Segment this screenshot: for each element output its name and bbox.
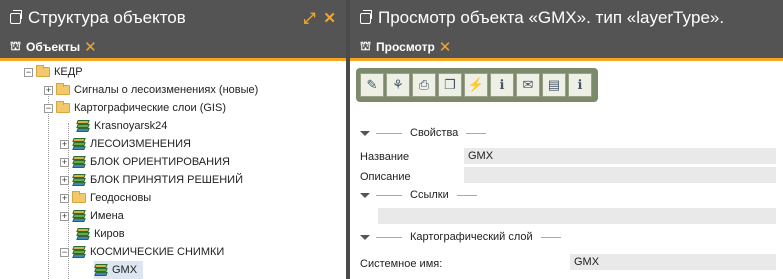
properties-icon[interactable]: ℹ <box>568 73 592 97</box>
description-label: Описание <box>360 171 411 183</box>
tree-node-satellite[interactable]: − КОСМИЧЕСКИЕ СНИМКИ <box>60 243 224 261</box>
flash-icon[interactable]: ⚡ <box>464 73 488 97</box>
window-icon <box>10 9 22 24</box>
collapse-arrow-icon[interactable] <box>360 192 370 198</box>
clipboard-icon[interactable]: ▤ <box>542 73 566 97</box>
info-doc-icon[interactable]: ℹ <box>490 73 514 97</box>
left-panel-header: Структура объектов ⤢ ✕ <box>0 0 346 36</box>
layers-icon <box>72 174 86 186</box>
tab-view[interactable]: ⛫ Просмотр ✕ <box>356 36 455 58</box>
section-title: Свойства <box>410 127 459 139</box>
expand-node-icon[interactable]: + <box>44 85 53 95</box>
tree-node-gmx[interactable]: GMX <box>94 261 144 279</box>
tree-node-signals[interactable]: + Сигналы о лесоизменениях (новые) <box>44 81 258 99</box>
tree-node-label: ЛЕСОИЗМЕНЕНИЯ <box>90 138 191 150</box>
folder-open-icon <box>36 65 50 77</box>
left-panel-title: Структура объектов <box>28 8 186 27</box>
expand-icon[interactable]: ⤢ <box>303 10 315 27</box>
tree-node-label: GMX <box>112 264 138 276</box>
name-field[interactable]: GMX <box>464 148 776 164</box>
layers-icon <box>72 138 86 150</box>
tree-node-names[interactable]: + Имена <box>60 207 124 225</box>
object-tree: − КЕДР + Сигналы о лесоизменениях (новые… <box>0 61 346 279</box>
left-tabbar: ⛫ Объекты ✕ <box>0 36 346 58</box>
copy-icon[interactable]: ❐ <box>438 73 462 97</box>
expand-node-icon[interactable]: + <box>60 211 69 221</box>
section-title: Ссылки <box>410 189 449 201</box>
right-tabbar: ⛫ Просмотр ✕ <box>350 36 783 58</box>
tree-node-krasnoyarsk24[interactable]: Krasnoyarsk24 <box>76 117 167 135</box>
section-map-layer[interactable]: Картографический слой <box>350 228 783 246</box>
tree-node-label: Krasnoyarsk24 <box>94 120 168 132</box>
hierarchy-icon[interactable]: ⚘ <box>386 73 410 97</box>
tree-node-label: Киров <box>94 228 125 240</box>
tree-node-forest-changes[interactable]: + ЛЕСОИЗМЕНЕНИЯ <box>60 135 191 153</box>
collapse-icon[interactable]: − <box>60 247 69 257</box>
tree-node-kirov[interactable]: Киров <box>76 225 125 243</box>
tab-objects[interactable]: ⛫ Объекты ✕ <box>6 36 101 58</box>
collapse-arrow-icon[interactable] <box>360 234 370 240</box>
tree-node-label: КОСМИЧЕСКИЕ СНИМКИ <box>90 246 225 258</box>
layers-icon <box>72 210 86 222</box>
tree-node-map-layers[interactable]: − Картографические слои (GIS) <box>44 99 226 117</box>
layers-icon <box>72 156 86 168</box>
folder-icon <box>56 83 70 95</box>
section-properties[interactable]: Свойства <box>350 124 783 142</box>
name-label: Название <box>360 151 410 163</box>
expand-node-icon[interactable]: + <box>60 193 69 203</box>
tree-node-label: БЛОК ОРИЕНТИРОВАНИЯ <box>90 156 230 168</box>
tree-node-label: Сигналы о лесоизменениях (новые) <box>74 84 259 96</box>
divider <box>540 236 561 238</box>
system-name-field[interactable]: GMX <box>570 254 776 270</box>
right-panel-title: Просмотр объекта «GMX». тип «layerType». <box>378 8 725 27</box>
tree-node-label: БЛОК ПРИНЯТИЯ РЕШЕНИЙ <box>90 174 243 186</box>
layers-icon <box>76 228 90 240</box>
right-tab-underline <box>350 58 783 61</box>
description-field[interactable] <box>464 167 776 183</box>
tab-close-icon[interactable]: ✕ <box>84 38 97 56</box>
divider <box>466 132 487 134</box>
object-toolbar: ✎ ⚘ ⎙ ❐ ⚡ ℹ ✉ ▤ ℹ <box>356 68 598 102</box>
tab-view-label: Просмотр <box>376 40 435 54</box>
tree-node-geobases[interactable]: + Геодосновы <box>60 189 151 207</box>
collapse-icon[interactable]: − <box>44 103 53 113</box>
object-structure-panel: Структура объектов ⤢ ✕ ⛫ Объекты ✕ − КЕД… <box>0 0 346 279</box>
print-icon[interactable]: ⎙ <box>412 73 436 97</box>
tab-close-icon[interactable]: ✕ <box>439 38 452 56</box>
expand-node-icon[interactable]: + <box>60 175 69 185</box>
edit-icon[interactable]: ✎ <box>360 73 384 97</box>
collapse-icon[interactable]: − <box>24 67 33 77</box>
layers-icon <box>72 246 86 258</box>
tab-objects-label: Объекты <box>26 40 81 54</box>
expand-node-icon[interactable]: + <box>60 139 69 149</box>
tree-node-label: Имена <box>90 210 124 222</box>
comment-icon[interactable]: ✉ <box>516 73 540 97</box>
divider <box>376 194 402 196</box>
expand-node-icon[interactable]: + <box>60 157 69 167</box>
tree-node-label: Картографические слои (GIS) <box>74 102 226 114</box>
section-title: Картографический слой <box>410 231 533 243</box>
close-icon[interactable]: ✕ <box>323 9 336 27</box>
section-links[interactable]: Ссылки <box>350 186 783 204</box>
right-panel-header: Просмотр объекта «GMX». тип «layerType». <box>350 0 783 36</box>
folder-icon <box>72 191 86 203</box>
folder-open-icon <box>56 101 70 113</box>
divider <box>376 132 402 134</box>
divider <box>376 236 402 238</box>
system-name-label: Системное имя: <box>360 258 443 270</box>
tree-node-label: Геодосновы <box>90 192 152 204</box>
window-icon <box>360 9 372 24</box>
tree-node-label: КЕДР <box>54 66 83 78</box>
objects-icon: ⛫ <box>360 39 372 53</box>
tree-node-root[interactable]: − КЕДР <box>24 63 83 81</box>
divider <box>456 194 477 196</box>
tree-node-orientation[interactable]: + БЛОК ОРИЕНТИРОВАНИЯ <box>60 153 230 171</box>
links-area[interactable] <box>378 208 776 224</box>
tree-node-decisions[interactable]: + БЛОК ПРИНЯТИЯ РЕШЕНИЙ <box>60 171 243 189</box>
collapse-arrow-icon[interactable] <box>360 130 370 136</box>
object-view-panel: Просмотр объекта «GMX». тип «layerType».… <box>350 0 783 279</box>
objects-icon: ⛫ <box>10 39 22 53</box>
layers-icon <box>94 264 108 276</box>
layers-icon <box>76 120 90 132</box>
